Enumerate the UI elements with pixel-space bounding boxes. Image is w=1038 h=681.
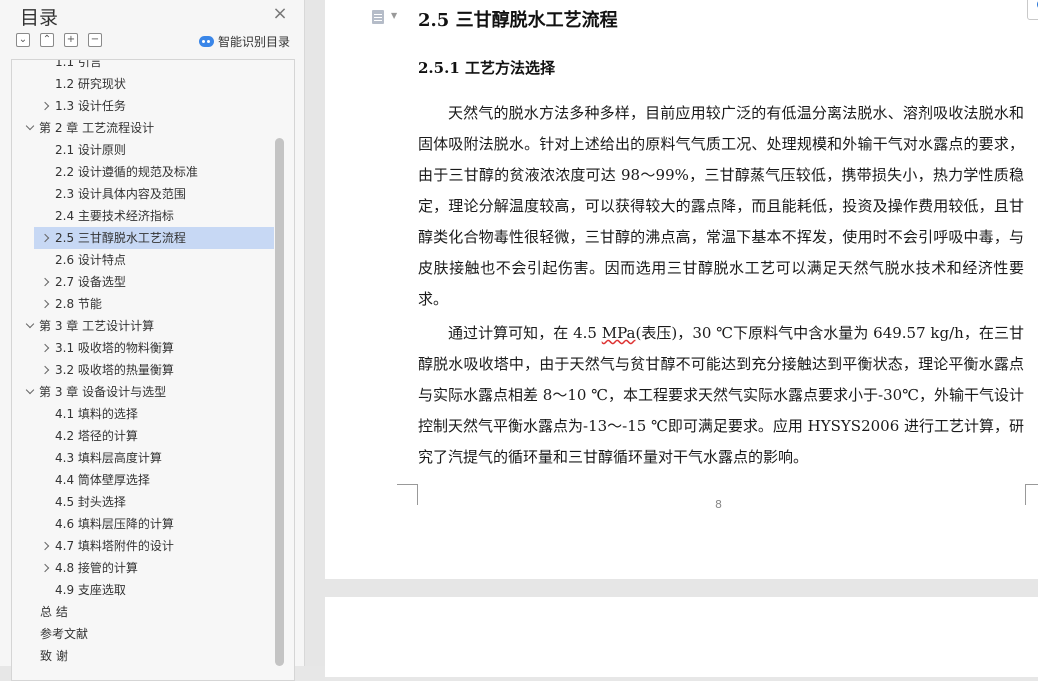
next-document-page: [325, 597, 1038, 677]
toc-item[interactable]: 1.1 引言: [12, 59, 274, 73]
add-heading-button[interactable]: +: [64, 33, 78, 47]
toc-item[interactable]: 2.4 主要技术经济指标: [12, 205, 274, 227]
chevron-right-icon[interactable]: [39, 271, 51, 293]
toc-item-label: 第 3 章 设备设计与选型: [39, 385, 167, 399]
toc-item[interactable]: 4.7 填料塔附件的设计: [12, 535, 274, 557]
toc-item[interactable]: 2.8 节能: [12, 293, 274, 315]
chevron-right-icon[interactable]: [39, 337, 51, 359]
toc-item[interactable]: 第 3 章 工艺设计计算: [12, 315, 274, 337]
toc-item-label: 4.4 筒体壁厚选择: [55, 473, 150, 487]
toc-item[interactable]: 参考文献: [12, 623, 274, 645]
toc-item[interactable]: 4.4 筒体壁厚选择: [12, 469, 274, 491]
toc-item-label: 4.5 封头选择: [55, 495, 126, 509]
toc-item-label: 2.8 节能: [55, 297, 102, 311]
toc-item[interactable]: 4.1 填料的选择: [12, 403, 274, 425]
chevron-down-icon[interactable]: [24, 117, 36, 139]
chevron-right-icon[interactable]: [39, 359, 51, 381]
toc-item-label: 4.1 填料的选择: [55, 407, 138, 421]
paragraph-2: 通过计算可知，在 4.5 MPa(表压)，30 ℃下原料气中含水量为 649.5…: [418, 318, 1024, 473]
toc-item-label: 2.1 设计原则: [55, 143, 126, 157]
toc-item[interactable]: 2.2 设计遵循的规范及标准: [12, 161, 274, 183]
toc-item-label: 4.2 塔径的计算: [55, 429, 138, 443]
chevron-right-icon[interactable]: [39, 557, 51, 579]
chevron-right-icon[interactable]: [39, 535, 51, 557]
toc-item[interactable]: 2.1 设计原则: [12, 139, 274, 161]
smart-toc-button[interactable]: 智能识别目录: [199, 33, 290, 50]
remove-heading-button[interactable]: −: [88, 33, 102, 47]
toc-item[interactable]: 1.3 设计任务: [12, 95, 274, 117]
margin-corner-left: [397, 484, 418, 505]
toc-toolbar: ⌄ ⌃ + −: [16, 33, 102, 47]
smart-toc-label: 智能识别目录: [218, 35, 291, 49]
document-outline-icon[interactable]: [372, 10, 384, 24]
toc-item-label: 2.7 设备选型: [55, 275, 126, 289]
toc-item[interactable]: 4.6 填料层压降的计算: [12, 513, 274, 535]
toc-item-label: 4.3 填料层高度计算: [55, 451, 162, 465]
chevron-down-icon[interactable]: [24, 381, 36, 403]
toc-item-label: 第 2 章 工艺流程设计: [39, 121, 155, 135]
toc-item-label: 2.5 三甘醇脱水工艺流程: [55, 231, 186, 245]
toc-item[interactable]: 第 3 章 设备设计与选型: [12, 381, 274, 403]
toc-item-label: 2.3 设计具体内容及范围: [55, 187, 186, 201]
toc-scrollbar-thumb[interactable]: [275, 138, 284, 666]
toc-item-label: 3.2 吸收塔的热量衡算: [55, 363, 174, 377]
collapse-all-button[interactable]: ⌄: [16, 33, 30, 47]
toc-item[interactable]: 2.3 设计具体内容及范围: [12, 183, 274, 205]
page-number: 8: [715, 498, 722, 511]
chevron-right-icon[interactable]: [39, 227, 51, 249]
toc-item[interactable]: 4.9 支座选取: [12, 579, 274, 601]
toc-list: 1.1 引言 1.2 研究现状 1.3 设计任务第 2 章 工艺流程设计 2.1 设计…: [11, 59, 295, 681]
toc-item-label: 1.3 设计任务: [55, 99, 126, 113]
toc-panel: 目录 × ⌄ ⌃ + − 智能识别目录 1.1 引言 1.2 研究现状 1.3 设计…: [0, 0, 305, 681]
toc-item[interactable]: 4.2 塔径的计算: [12, 425, 274, 447]
expand-all-button[interactable]: ⌃: [40, 33, 54, 47]
toc-item[interactable]: 第 2 章 工艺流程设计: [12, 117, 274, 139]
smart-recognize-icon: [199, 36, 214, 47]
toc-item-label: 2.4 主要技术经济指标: [55, 209, 174, 223]
toc-item[interactable]: 4.5 封头选择: [12, 491, 274, 513]
toc-item-label: 2.6 设计特点: [55, 253, 126, 267]
chevron-down-icon[interactable]: ▼: [391, 11, 397, 20]
toc-item-label: 1.2 研究现状: [55, 77, 126, 91]
toc-item[interactable]: 3.1 吸收塔的物料衡算: [12, 337, 274, 359]
toc-item[interactable]: 总 结: [12, 601, 274, 623]
toc-item-label: 4.9 支座选取: [55, 583, 126, 597]
paragraph-2-lead: 通过计算可知，在 4.5: [448, 324, 602, 342]
toc-item-label: 4.8 接管的计算: [55, 561, 138, 575]
toc-item-label: 4.6 填料层压降的计算: [55, 517, 174, 531]
document-area: ▼ 2.5 三甘醇脱水工艺流程 2.5.1 工艺方法选择 天然气的脱水方法多种多…: [305, 0, 1038, 677]
toc-item-label: 第 3 章 工艺设计计算: [39, 319, 155, 333]
chevron-right-icon[interactable]: [39, 95, 51, 117]
paragraph-1: 天然气的脱水方法多种多样，目前应用较广泛的有低温分离法脱水、溶剂吸收法脱水和固体…: [418, 104, 1024, 308]
toc-item[interactable]: 2.6 设计特点: [12, 249, 274, 271]
close-icon[interactable]: ×: [270, 4, 290, 24]
toc-item-label: 总 结: [40, 605, 68, 619]
toc-item[interactable]: 3.2 吸收塔的热量衡算: [12, 359, 274, 381]
chevron-right-icon[interactable]: [39, 293, 51, 315]
spellcheck-word[interactable]: MPa: [602, 324, 636, 342]
margin-corner-right: [1025, 484, 1038, 505]
toc-item-label: 2.2 设计遵循的规范及标准: [55, 165, 198, 179]
section-heading: 2.5 三甘醇脱水工艺流程: [418, 10, 618, 31]
toc-item[interactable]: 4.8 接管的计算: [12, 557, 274, 579]
toc-title: 目录: [20, 7, 59, 29]
toc-item[interactable]: 2.5 三甘醇脱水工艺流程: [34, 227, 274, 249]
toc-item[interactable]: 4.3 填料层高度计算: [12, 447, 274, 469]
toc-item-label: 3.1 吸收塔的物料衡算: [55, 341, 174, 355]
locate-button[interactable]: [1027, 0, 1038, 20]
chevron-down-icon[interactable]: [24, 315, 36, 337]
toc-item-label: 参考文献: [40, 627, 89, 641]
toc-item[interactable]: 2.7 设备选型: [12, 271, 274, 293]
toc-item[interactable]: 1.2 研究现状: [12, 73, 274, 95]
toc-item[interactable]: 致 谢: [12, 645, 274, 667]
subsection-heading: 2.5.1 工艺方法选择: [418, 59, 555, 77]
toc-item-label: 1.1 引言: [55, 59, 102, 69]
toc-item-label: 4.7 填料塔附件的设计: [55, 539, 174, 553]
toc-item-label: 致 谢: [40, 649, 68, 663]
document-page: ▼ 2.5 三甘醇脱水工艺流程 2.5.1 工艺方法选择 天然气的脱水方法多种多…: [325, 0, 1038, 579]
paragraph-2-rest: (表压)，30 ℃下原料气中含水量为 649.57 kg/h，在三甘醇脱水吸收塔…: [418, 324, 1025, 466]
